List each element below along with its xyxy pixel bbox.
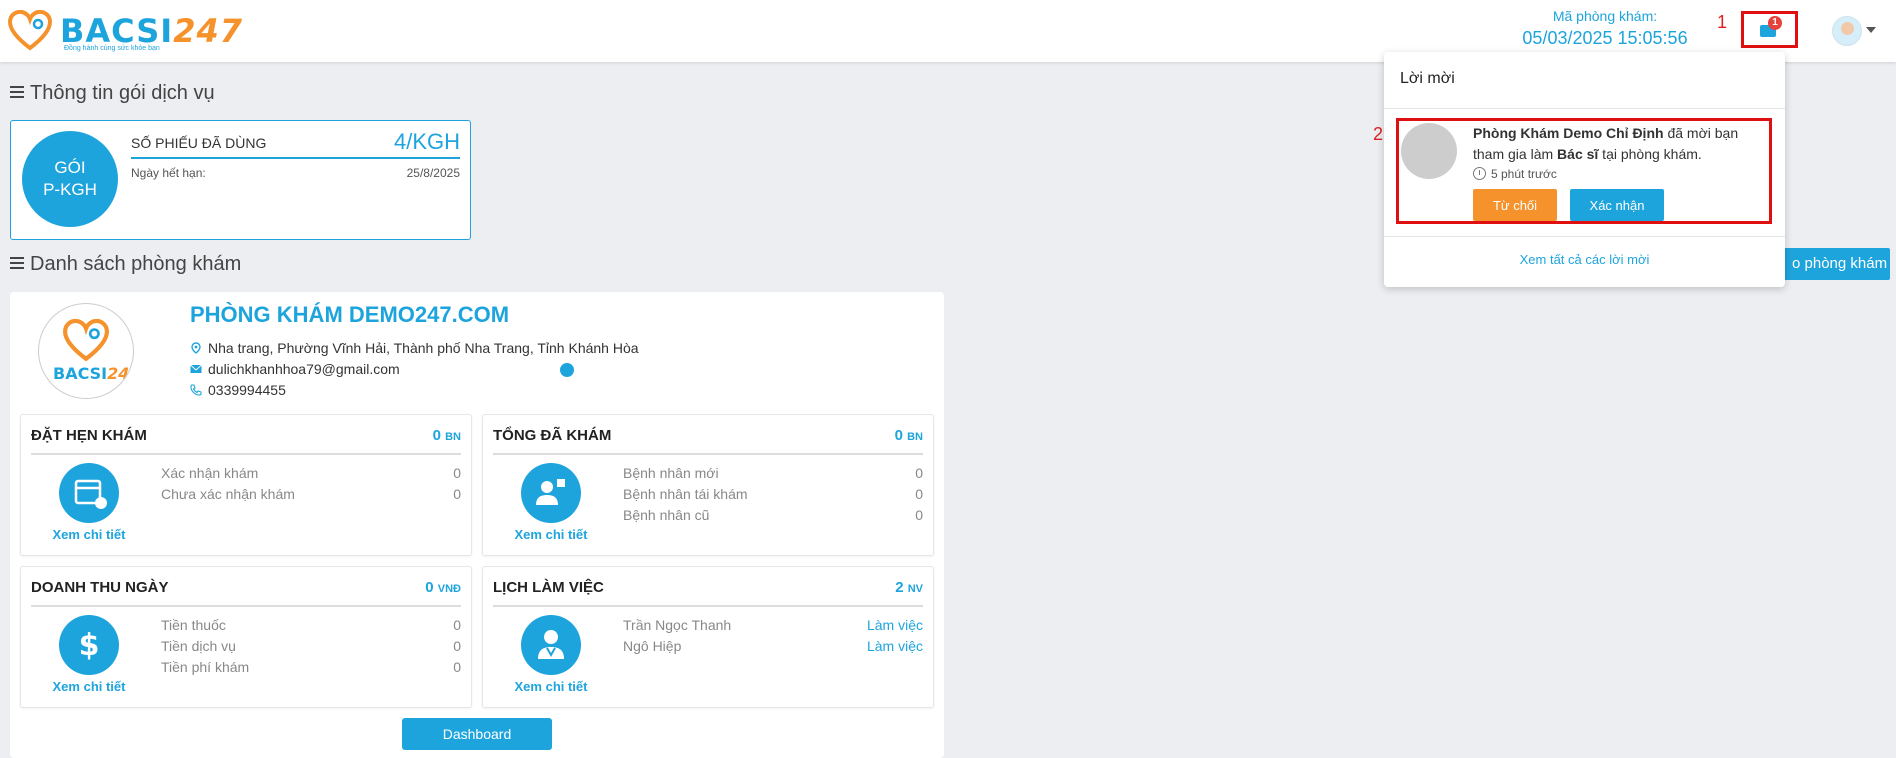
- stat-row: Bệnh nhân cũ 0: [623, 507, 923, 523]
- stat-row: Xác nhận khám 0: [161, 465, 461, 481]
- clinic-logo: BACSI247: [38, 303, 134, 399]
- heart-logo-icon: [63, 318, 109, 362]
- divider: [1384, 236, 1785, 237]
- appointment-stat-card: ĐẶT HẸN KHÁM 0 BN Xem chi tiết Xác nhận …: [20, 414, 472, 556]
- inviter-avatar: [1401, 123, 1457, 179]
- brand-logo[interactable]: BACSI247 Đồng hành cùng sức khỏe bạn: [8, 8, 242, 56]
- package-section-title: Thông tin gói dịch vụ: [10, 82, 215, 105]
- invitation-time: 5 phút trước: [1473, 167, 1557, 181]
- stat-title: ĐẶT HẸN KHÁM: [31, 427, 147, 444]
- stat-rows: Xác nhận khám 0 Chưa xác nhận khám 0: [161, 465, 461, 507]
- stat-row: Tiền thuốc 0: [161, 617, 461, 633]
- stat-row: Trần Ngọc Thanh Làm việc: [623, 617, 923, 633]
- map-pin-icon: [191, 342, 201, 354]
- current-datetime: 05/03/2025 15:05:56: [1522, 28, 1688, 48]
- patient-icon[interactable]: [521, 463, 581, 523]
- stat-row: Ngô Hiệp Làm việc: [623, 638, 923, 654]
- clinic-logo-wordmark: BACSI247: [53, 364, 133, 383]
- notification-badge: 1: [1768, 16, 1782, 30]
- invitation-message: Phòng Khám Demo Chỉ Định đã mời bạn tham…: [1473, 125, 1739, 162]
- stat-rows: Trần Ngọc Thanh Làm việc Ngô Hiệp Làm việc: [623, 617, 923, 659]
- logo-tagline: Đồng hành cùng sức khỏe bạn: [64, 45, 160, 52]
- divider: [493, 605, 923, 607]
- email-icon: [190, 364, 202, 373]
- clinic-card: BACSI247 PHÒNG KHÁM DEMO247.COM Nha tran…: [10, 292, 944, 758]
- divider: [1384, 108, 1785, 109]
- clinic-email: dulichkhanhhoa79@gmail.com: [190, 361, 400, 377]
- stat-row: Tiền phí khám 0: [161, 659, 461, 675]
- stat-title: LỊCH LÀM VIỆC: [493, 579, 604, 596]
- divider: [31, 605, 461, 607]
- view-detail-link[interactable]: Xem chi tiết: [41, 679, 137, 694]
- clinic-address: Nha trang, Phường Vĩnh Hải, Thành phố Nh…: [190, 340, 639, 356]
- chevron-down-icon[interactable]: [1866, 27, 1876, 33]
- package-badge: GÓI P-KGH: [22, 131, 118, 227]
- accept-button[interactable]: Xác nhận: [1570, 189, 1664, 221]
- stat-value: 0 BN: [432, 427, 461, 444]
- stat-row: Bệnh nhân mới 0: [623, 465, 923, 481]
- stat-row: Bệnh nhân tái khám 0: [623, 486, 923, 502]
- stat-row: Chưa xác nhận khám 0: [161, 486, 461, 502]
- used-tickets-value: 4/KGH: [393, 129, 460, 154]
- doctor-icon[interactable]: [521, 615, 581, 675]
- reject-button[interactable]: Từ chối: [1473, 189, 1557, 221]
- calendar-icon[interactable]: [59, 463, 119, 523]
- user-avatar[interactable]: [1832, 16, 1862, 46]
- stat-row: Tiền dịch vụ 0: [161, 638, 461, 654]
- invitation-mail-button[interactable]: 1: [1741, 11, 1798, 48]
- view-detail-link[interactable]: Xem chi tiết: [503, 679, 599, 694]
- clock-icon: [1473, 167, 1486, 180]
- dropdown-title: Lời mời: [1400, 70, 1455, 87]
- stat-value: 0 VNĐ: [425, 579, 461, 596]
- stat-rows: Tiền thuốc 0 Tiền dịch vụ 0 Tiền phí khám 0: [161, 617, 461, 680]
- dollar-icon[interactable]: $: [59, 615, 119, 675]
- clinic-name[interactable]: PHÒNG KHÁM DEMO247.COM: [190, 302, 509, 328]
- view-detail-link[interactable]: Xem chi tiết: [41, 527, 137, 542]
- used-tickets-label: SỐ PHIẾU ĐÃ DÙNG: [131, 135, 267, 151]
- svg-text:$: $: [79, 628, 100, 663]
- phone-icon: [190, 384, 202, 396]
- clinic-list-title: Danh sách phòng khám: [10, 253, 241, 276]
- annotation-marker-1: 1: [1717, 12, 1728, 32]
- annotation-marker-2: 2: [1373, 124, 1384, 144]
- view-detail-link[interactable]: Xem chi tiết: [503, 527, 599, 542]
- heart-logo-icon: [8, 10, 52, 51]
- dashboard-button[interactable]: Dashboard: [402, 718, 552, 750]
- stat-value: 0 BN: [894, 427, 923, 444]
- stat-rows: Bệnh nhân mới 0 Bệnh nhân tái khám 0 Bệnh …: [623, 465, 923, 528]
- view-all-invitations-link[interactable]: Xem tất cả các lời mời: [1384, 252, 1785, 267]
- total-examined-stat-card: TỔNG ĐÃ KHÁM 0 BN Xem chi tiết Bệnh nhân…: [482, 414, 934, 556]
- work-schedule-stat-card: LỊCH LÀM VIỆC 2 NV Xem chi tiết Trần Ngọ…: [482, 566, 934, 708]
- stat-title: TỔNG ĐÃ KHÁM: [493, 427, 612, 444]
- stat-value: 2 NV: [895, 579, 923, 596]
- globe-icon[interactable]: [560, 363, 574, 377]
- divider: [31, 453, 461, 455]
- package-card: GÓI P-KGH SỐ PHIẾU ĐÃ DÙNG 4/KGH Ngày hế…: [10, 120, 471, 240]
- divider: [493, 453, 923, 455]
- list-icon: [10, 257, 24, 269]
- list-icon: [10, 86, 24, 98]
- create-clinic-button[interactable]: o phòng khám: [1778, 248, 1890, 280]
- invitation-item[interactable]: Phòng Khám Demo Chỉ Định đã mời bạn tham…: [1396, 118, 1772, 224]
- divider: [131, 157, 460, 159]
- stat-title: DOANH THU NGÀY: [31, 579, 169, 596]
- expiry-value: 25/8/2025: [406, 166, 460, 180]
- clinic-code-label: Mã phòng khám:: [1552, 8, 1658, 24]
- revenue-stat-card: DOANH THU NGÀY 0 VNĐ $ Xem chi tiết Tiền…: [20, 566, 472, 708]
- expiry-label: Ngày hết hạn:: [131, 166, 206, 180]
- clinic-phone: 0339994455: [190, 382, 286, 398]
- invitation-dropdown: Lời mời Phòng Khám Demo Chỉ Định đã mời …: [1384, 52, 1785, 287]
